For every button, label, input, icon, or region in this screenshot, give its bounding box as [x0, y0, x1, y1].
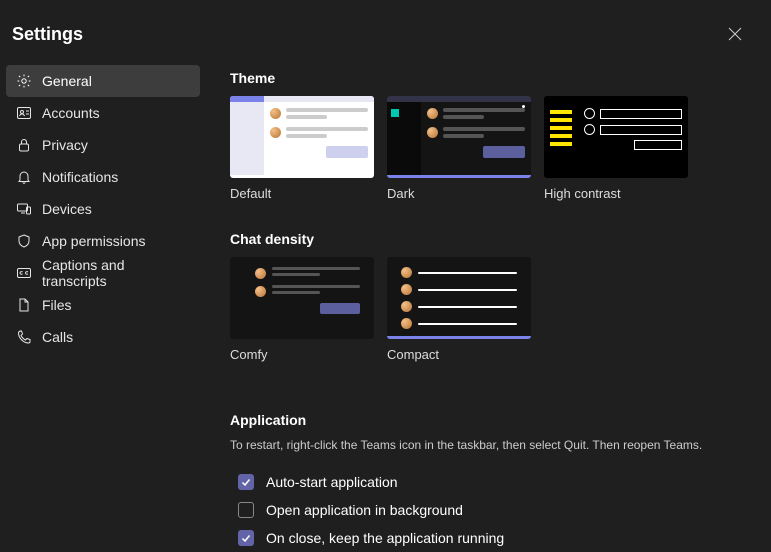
- density-option-comfy[interactable]: Comfy: [230, 257, 374, 362]
- file-icon: [16, 297, 32, 313]
- account-icon: [16, 105, 32, 121]
- gear-icon: [16, 73, 32, 89]
- close-button[interactable]: [719, 18, 751, 50]
- sidebar-item-files[interactable]: Files: [6, 289, 200, 321]
- density-option-compact[interactable]: Compact: [387, 257, 531, 362]
- sidebar-item-label: Accounts: [42, 105, 100, 121]
- check-icon: [241, 533, 251, 543]
- theme-option-default[interactable]: Default: [230, 96, 374, 201]
- content: Theme Default: [210, 60, 771, 552]
- checkbox-row-auto-start: Auto-start application: [230, 468, 755, 496]
- sidebar-item-captions[interactable]: Captions and transcripts: [6, 257, 200, 289]
- density-label-comfy: Comfy: [230, 347, 374, 362]
- theme-label-dark: Dark: [387, 186, 531, 201]
- checkbox-row-open-bg: Open application in background: [230, 496, 755, 524]
- application-description: To restart, right-click the Teams icon i…: [230, 438, 755, 452]
- sidebar-item-notifications[interactable]: Notifications: [6, 161, 200, 193]
- phone-icon: [16, 329, 32, 345]
- bell-icon: [16, 169, 32, 185]
- density-options: Comfy Compact: [230, 257, 755, 362]
- lock-icon: [16, 137, 32, 153]
- sidebar-item-label: Notifications: [42, 169, 118, 185]
- theme-option-high-contrast[interactable]: High contrast: [544, 96, 688, 201]
- checkbox-label: Open application in background: [266, 502, 463, 518]
- sidebar-item-label: Files: [42, 297, 72, 313]
- theme-thumb-default: [230, 96, 374, 178]
- checkbox-open-bg[interactable]: [238, 502, 254, 518]
- sidebar-item-label: Privacy: [42, 137, 88, 153]
- page-title: Settings: [12, 24, 83, 45]
- sidebar-item-label: Calls: [42, 329, 73, 345]
- theme-thumb-high-contrast: [544, 96, 688, 178]
- checkbox-label: On close, keep the application running: [266, 530, 504, 546]
- checkbox-auto-start[interactable]: [238, 474, 254, 490]
- sidebar-item-app-permissions[interactable]: App permissions: [6, 225, 200, 257]
- sidebar-item-accounts[interactable]: Accounts: [6, 97, 200, 129]
- theme-option-dark[interactable]: Dark: [387, 96, 531, 201]
- captions-icon: [16, 265, 32, 281]
- sidebar-item-label: Devices: [42, 201, 92, 217]
- sidebar: General Accounts Privacy Notifications D…: [0, 60, 210, 552]
- sidebar-item-calls[interactable]: Calls: [6, 321, 200, 353]
- check-icon: [241, 477, 251, 487]
- sidebar-item-devices[interactable]: Devices: [6, 193, 200, 225]
- sidebar-item-privacy[interactable]: Privacy: [6, 129, 200, 161]
- close-icon: [728, 27, 742, 41]
- theme-heading: Theme: [230, 70, 755, 86]
- theme-thumb-dark: [387, 96, 531, 178]
- theme-label-high-contrast: High contrast: [544, 186, 688, 201]
- density-label-compact: Compact: [387, 347, 531, 362]
- sidebar-item-label: App permissions: [42, 233, 146, 249]
- density-thumb-compact: [387, 257, 531, 339]
- sidebar-item-label: General: [42, 73, 92, 89]
- sidebar-item-general[interactable]: General: [6, 65, 200, 97]
- shield-icon: [16, 233, 32, 249]
- devices-icon: [16, 201, 32, 217]
- sidebar-item-label: Captions and transcripts: [42, 257, 190, 289]
- density-thumb-comfy: [230, 257, 374, 339]
- checkbox-label: Auto-start application: [266, 474, 398, 490]
- density-heading: Chat density: [230, 231, 755, 247]
- checkbox-on-close[interactable]: [238, 530, 254, 546]
- theme-label-default: Default: [230, 186, 374, 201]
- application-heading: Application: [230, 412, 755, 428]
- theme-options: Default Dark: [230, 96, 755, 201]
- checkbox-row-on-close: On close, keep the application running: [230, 524, 755, 552]
